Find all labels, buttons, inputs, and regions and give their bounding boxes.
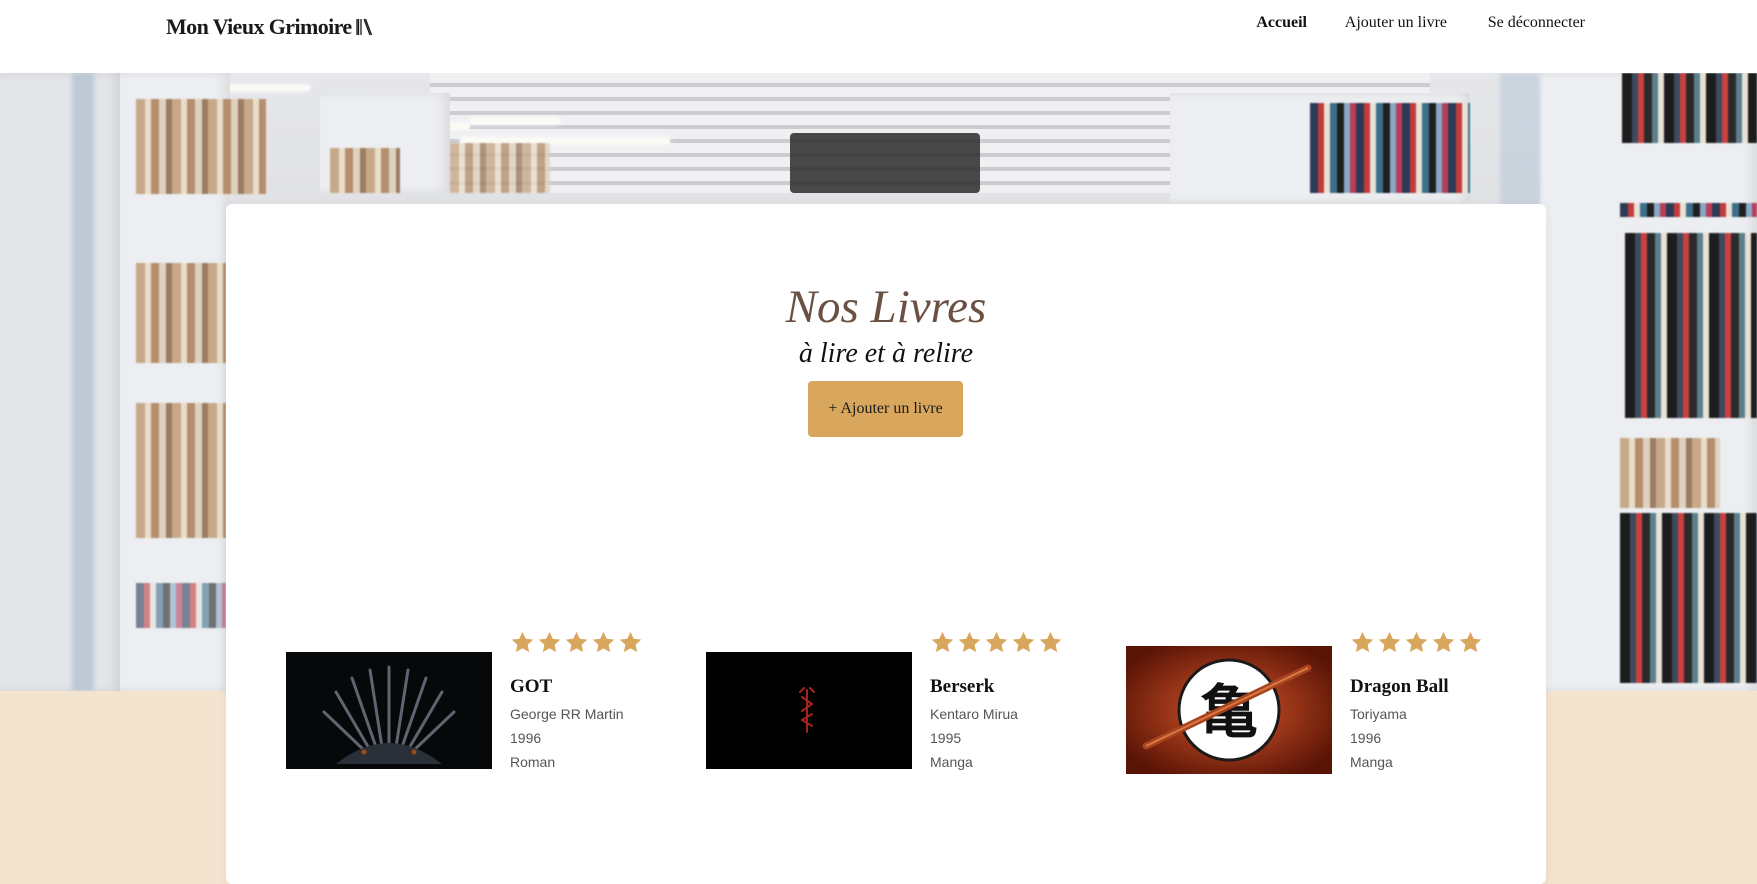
book-genre: Roman [510,754,556,770]
star-icon [619,631,642,653]
books-row [1310,103,1470,193]
scanner-device [790,133,980,193]
star-icon [931,631,954,653]
add-book-button[interactable]: + Ajouter un livre [808,381,963,437]
page-title: Nos Livres [785,281,987,333]
books-row [136,583,226,628]
star-icon [592,631,615,653]
left-shelf-end [0,73,120,691]
book-author: Toriyama [1350,706,1407,722]
book-genre: Manga [1350,754,1393,770]
books-row [330,148,400,193]
book-author: George RR Martin [510,706,624,722]
books-row [1620,203,1757,217]
content-card: Nos Livres à lire et à relire + Ajouter … [226,204,1546,884]
shelf-pillar [72,73,94,691]
book-author: Kentaro Mirua [930,706,1018,722]
book-genre: Manga [930,754,973,770]
book-title[interactable]: Dragon Ball [1350,676,1449,698]
book-card-dragon-ball[interactable]: 亀 Dragon Ball Toriyama 1996 Manga [1126,630,1526,774]
ceiling-light [470,118,560,124]
top-header: Mon Vieux Grimoire Accueil Ajouter un li… [0,0,1757,73]
star-icon [1459,631,1482,653]
books-row [136,99,266,194]
books-row [1620,513,1757,683]
books-row [136,263,226,363]
star-icon [1039,631,1062,653]
star-icon [1432,631,1455,653]
books-row [1625,233,1757,418]
book-cover[interactable] [706,652,912,769]
book-title[interactable]: Berserk [930,676,994,698]
nav-se-deconnecter[interactable]: Se déconnecter [1488,14,1585,32]
book-year: 1996 [1350,730,1382,746]
star-icon [1378,631,1401,653]
star-icon [985,631,1008,653]
books-row [136,403,226,538]
books-row [1622,73,1757,143]
book-card-berserk[interactable]: Berserk Kentaro Mirua 1995 Manga [706,630,1106,770]
book-year: 1995 [930,730,962,746]
book-cover[interactable] [286,652,492,769]
page-subtitle: à lire et à relire [798,338,974,369]
star-icon [958,631,981,653]
star-icon [511,631,534,653]
rating-stars [510,630,643,655]
book-year: 1996 [510,730,542,746]
kame-symbol-cover-icon: 亀 [1126,646,1332,774]
nav-ajouter-un-livre[interactable]: Ajouter un livre [1345,14,1447,32]
books-row [450,143,550,193]
book-title[interactable]: GOT [510,676,552,698]
star-icon [1351,631,1374,653]
rating-stars [1350,630,1483,655]
brand-of-sacrifice-cover-icon [706,652,912,769]
rating-stars [930,630,1063,655]
iron-throne-cover-icon [286,652,492,769]
books-row [1620,438,1720,508]
star-icon [1405,631,1428,653]
nav-accueil[interactable]: Accueil [1256,14,1307,32]
star-icon [565,631,588,653]
books-logo-icon [355,18,372,36]
book-card-got[interactable]: GOT George RR Martin 1996 Roman [286,630,686,770]
star-icon [1012,631,1035,653]
star-icon [538,631,561,653]
logo-text: Mon Vieux Grimoire [166,14,352,39]
book-cover[interactable]: 亀 [1126,646,1332,774]
site-logo[interactable]: Mon Vieux Grimoire [166,14,373,40]
